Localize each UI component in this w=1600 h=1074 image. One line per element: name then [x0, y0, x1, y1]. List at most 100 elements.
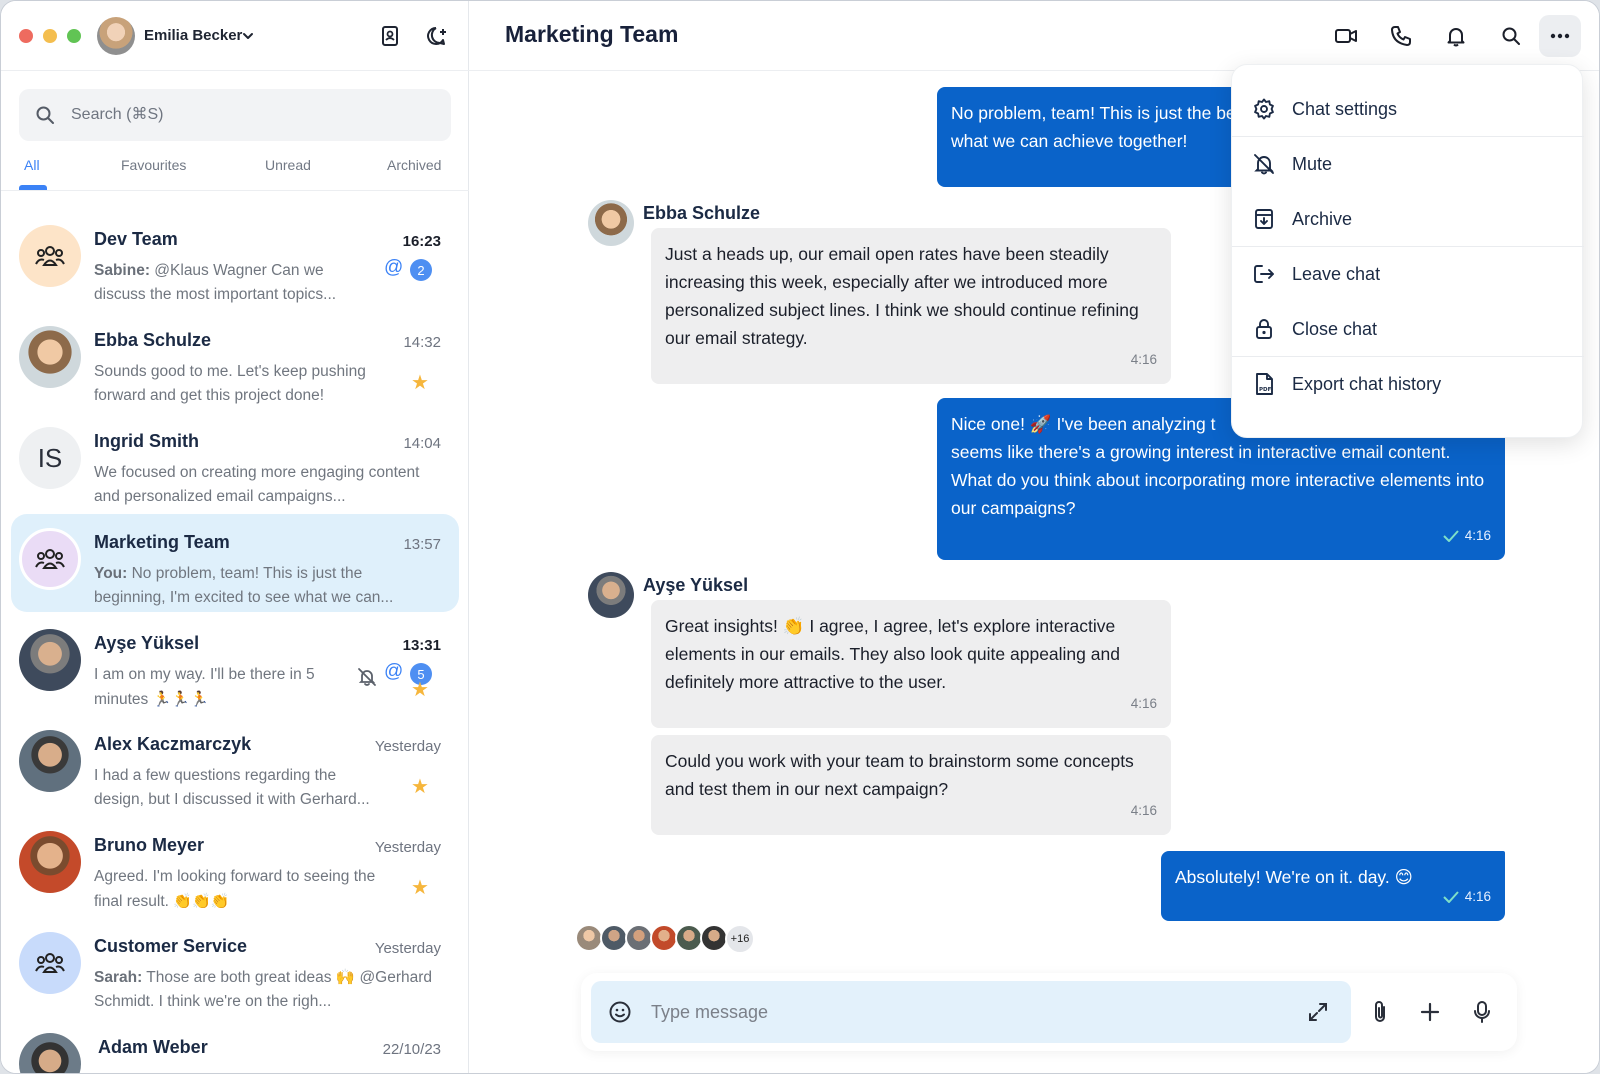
menu-label: Leave chat — [1292, 263, 1381, 284]
chat-name: Ayşe Yüksel — [94, 633, 200, 653]
plus-icon[interactable] — [1415, 997, 1445, 1027]
attachment-icon[interactable] — [1365, 997, 1395, 1027]
mention-icon: @ — [384, 661, 404, 682]
chat-name: Bruno Meyer — [94, 835, 205, 855]
sidebar-header: Emilia Becker — [1, 1, 469, 71]
message-composer — [581, 973, 1517, 1051]
svg-text:PDF: PDF — [1259, 387, 1272, 393]
tab-favourites[interactable]: Favourites — [121, 157, 186, 173]
reader-avatar — [575, 924, 603, 952]
menu-item-archive[interactable]: Archive — [1232, 191, 1584, 247]
chat-time: Yesterday — [374, 738, 441, 755]
preview-text: Those are both great ideas 🙌 @Gerhard Sc… — [94, 969, 433, 1010]
window-close-button[interactable] — [19, 29, 33, 43]
group-icon — [35, 549, 65, 569]
message-time: 4:16 — [1464, 889, 1491, 904]
more-readers-badge[interactable]: +16 — [725, 924, 755, 954]
chat-item-adam-weber[interactable]: Adam Weber 22/10/23 — [11, 1019, 459, 1073]
chat-item-ayse-yuksel[interactable]: Ayşe Yüksel 13:31 I am on my way. I'll b… — [11, 615, 459, 713]
chat-item-customer-service[interactable]: Customer Service Yesterday Sarah: Those … — [11, 918, 459, 1016]
avatar — [19, 326, 81, 388]
chat-preview: We focused on creating more engaging con… — [94, 464, 420, 505]
search-icon — [36, 106, 54, 124]
unread-badge: 2 — [410, 259, 432, 281]
window-minimize-button[interactable] — [43, 29, 57, 43]
new-chat-icon[interactable] — [423, 23, 449, 49]
microphone-icon[interactable] — [1467, 997, 1497, 1027]
chat-item-bruno-meyer[interactable]: Bruno Meyer Yesterday Agreed. I'm lookin… — [11, 817, 459, 915]
contacts-book-icon[interactable] — [377, 23, 403, 49]
message-time: 4:16 — [1130, 803, 1157, 818]
menu-item-close-chat[interactable]: Close chat — [1232, 301, 1584, 357]
chat-filter-tabs: All Favourites Unread Archived — [1, 151, 469, 191]
bell-icon — [1447, 28, 1465, 47]
menu-label: Mute — [1292, 153, 1333, 174]
menu-label: Close chat — [1292, 318, 1378, 339]
search-input[interactable] — [71, 106, 411, 124]
favourite-star-icon: ★ — [411, 372, 429, 394]
tab-all[interactable]: All — [24, 157, 40, 173]
search-icon — [1502, 27, 1520, 45]
expand-icon[interactable] — [1303, 997, 1333, 1027]
chat-preview: Sabine: @Klaus Wagner Can we discuss the… — [94, 259, 374, 307]
incoming-message: Could you work with your team to brainst… — [651, 735, 1171, 835]
menu-item-leave-chat[interactable]: Leave chat — [1232, 246, 1584, 302]
window-maximize-button[interactable] — [67, 29, 81, 43]
voice-call-button[interactable] — [1380, 15, 1422, 57]
reader-avatar — [700, 924, 728, 952]
message-text-rest: seems like there's a growing interest in… — [951, 442, 1485, 518]
avatar[interactable] — [588, 572, 634, 618]
read-check-icon — [1443, 891, 1459, 903]
incoming-message: Just a heads up, our email open rates ha… — [651, 228, 1171, 384]
chat-item-ingrid-smith[interactable]: IS Ingrid Smith 14:04 We focused on crea… — [11, 413, 459, 511]
menu-item-export-chat-history[interactable]: PDF Export chat history — [1232, 356, 1584, 412]
tab-archived[interactable]: Archived — [387, 157, 441, 173]
chat-item-alex-kaczmarczyk[interactable]: Alex Kaczmarczyk Yesterday I had a few q… — [11, 716, 459, 814]
chat-item-marketing-team[interactable]: Marketing Team 13:57 You: No problem, te… — [11, 514, 459, 612]
read-check-icon — [1443, 530, 1459, 542]
message-time: 4:16 — [1464, 528, 1491, 543]
preview-sender: You: — [94, 565, 128, 582]
user-avatar[interactable] — [97, 17, 135, 55]
chevron-down-icon[interactable] — [241, 29, 255, 43]
more-options-button[interactable] — [1539, 15, 1581, 57]
chat-preview: Agreed. I'm looking forward to seeing th… — [94, 865, 404, 914]
message-input-box[interactable] — [591, 981, 1351, 1043]
chat-name: Adam Weber — [98, 1037, 208, 1057]
chat-preview: Sarah: Those are both great ideas 🙌 @Ger… — [94, 966, 434, 1014]
group-avatar — [19, 528, 81, 590]
emoji-icon[interactable] — [605, 997, 635, 1027]
notifications-button[interactable] — [1435, 15, 1477, 57]
avatar — [19, 831, 81, 893]
menu-item-chat-settings[interactable]: Chat settings — [1232, 81, 1584, 137]
chat-name: Ebba Schulze — [94, 330, 212, 350]
reader-avatar — [650, 924, 678, 952]
message-text-line1: Nice one! 🚀 I've been analyzing t — [951, 414, 1216, 434]
chat-time: 22/10/23 — [382, 1041, 441, 1058]
tab-unread[interactable]: Unread — [265, 157, 311, 173]
message-sender: Ebba Schulze — [643, 203, 761, 223]
menu-item-mute[interactable]: Mute — [1232, 136, 1584, 192]
preview-text: No problem, team! This is just the begin… — [94, 565, 394, 606]
avatar[interactable] — [588, 200, 634, 246]
message-meta: 4:16 — [1443, 522, 1491, 550]
chat-time: 13:31 — [402, 637, 441, 654]
user-name[interactable]: Emilia Becker — [144, 27, 242, 44]
chat-item-dev-team[interactable]: Dev Team 16:23 Sabine: @Klaus Wagner Can… — [11, 211, 459, 309]
avatar — [19, 1033, 81, 1073]
more-dots-icon — [1550, 33, 1570, 39]
search-chat-button[interactable] — [1490, 15, 1532, 57]
mention-icon: @ — [384, 257, 404, 278]
chat-preview: Sounds good to me. Let's keep pushing fo… — [94, 363, 366, 404]
message-meta: 4:16 — [1443, 883, 1491, 911]
video-camera-icon — [1335, 29, 1357, 43]
message-input[interactable] — [651, 997, 1271, 1027]
initials-avatar: IS — [19, 427, 81, 489]
outgoing-message: Absolutely! We're on it. day. 😊 4:16 — [1161, 851, 1505, 921]
reader-avatar — [625, 924, 653, 952]
chat-item-ebba-schulze[interactable]: Ebba Schulze 14:32 Sounds good to me. Le… — [11, 312, 459, 410]
preview-emoji: 🏃🏃🏃 — [152, 690, 209, 708]
chat-time: 14:32 — [403, 334, 441, 351]
video-call-button[interactable] — [1325, 15, 1367, 57]
search-bar[interactable] — [19, 89, 451, 141]
